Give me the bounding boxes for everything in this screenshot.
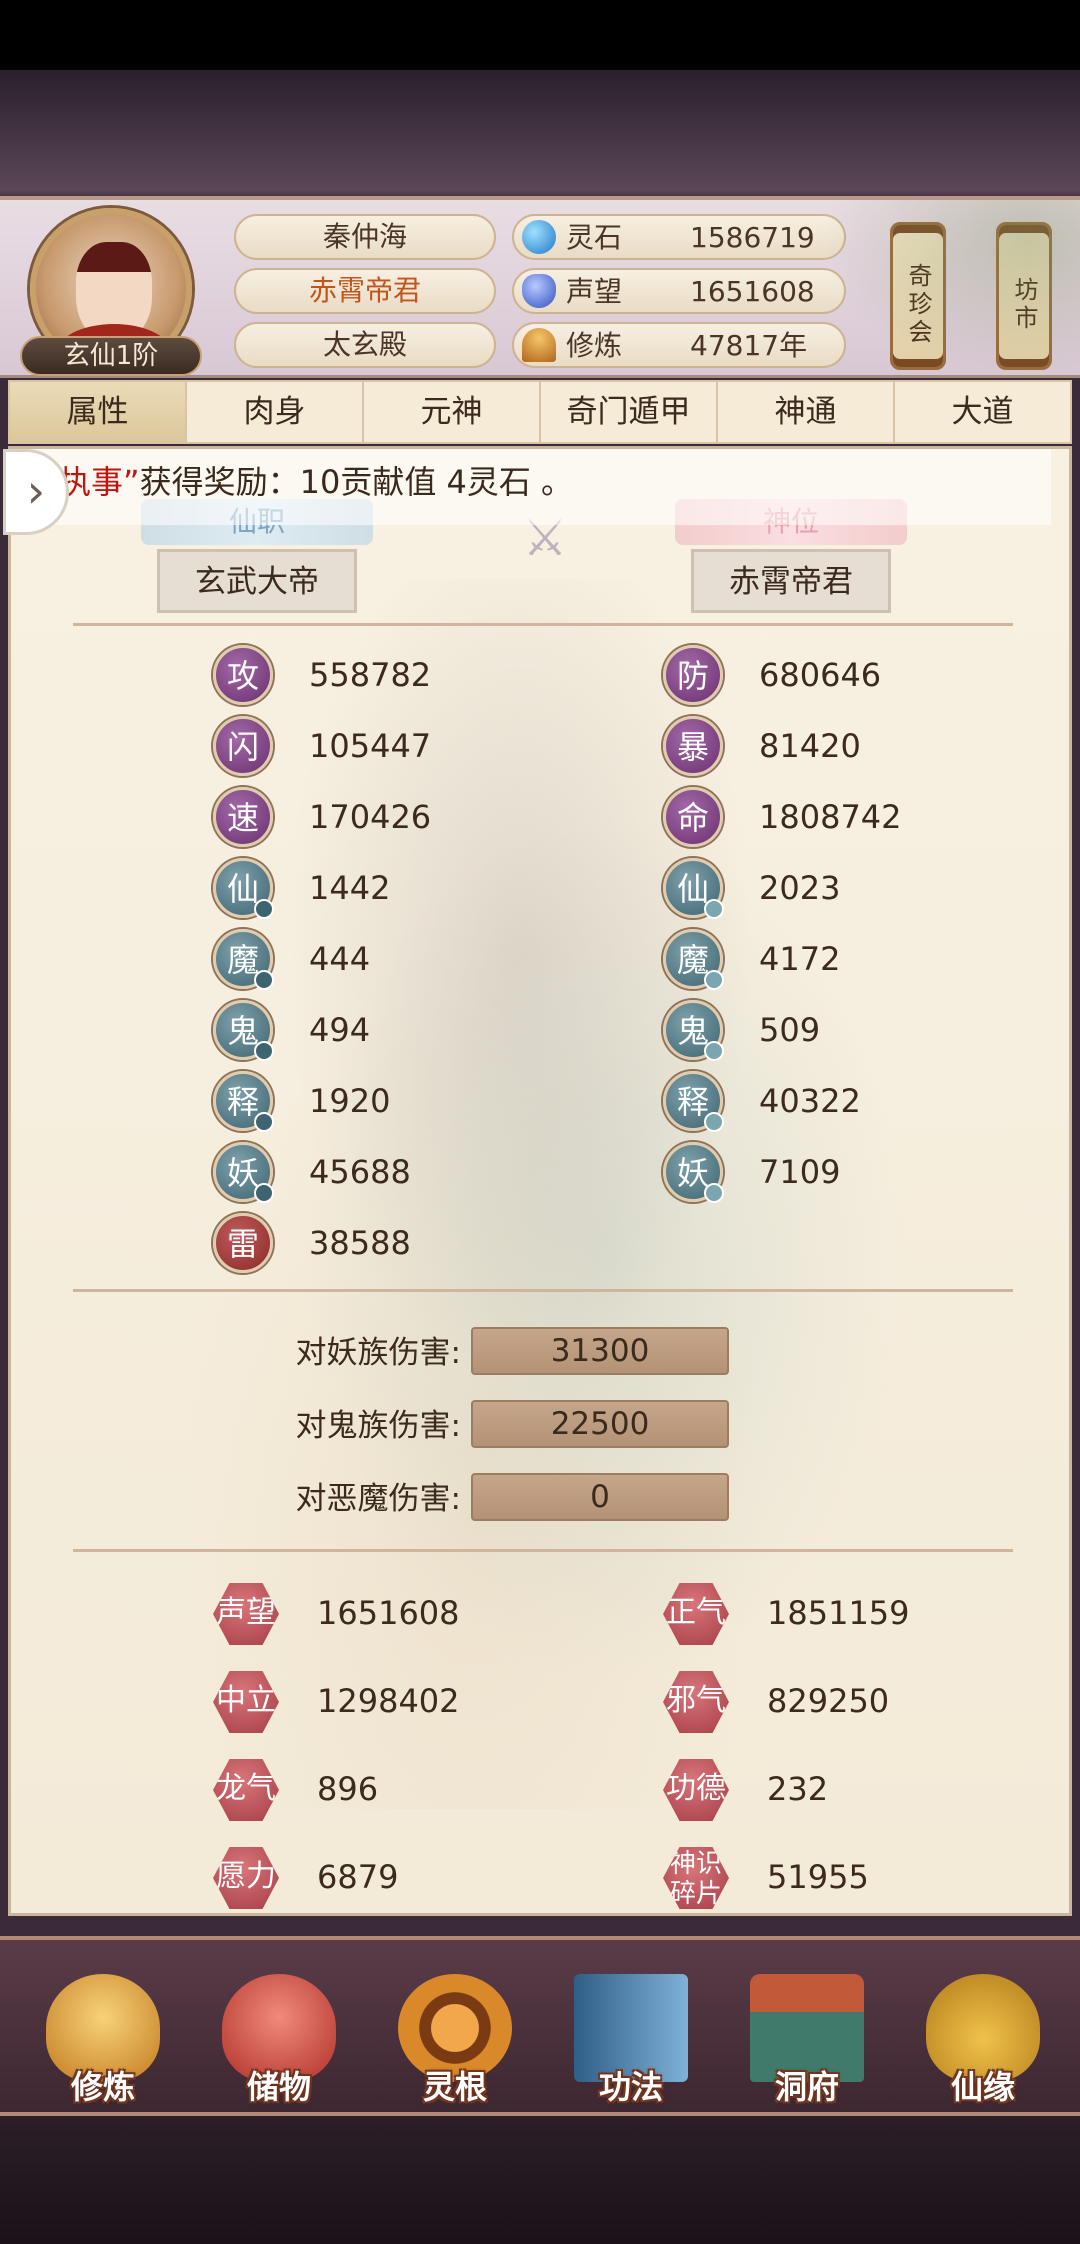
chevron-right-icon: › xyxy=(26,464,46,518)
attack-mini-icon xyxy=(254,1041,274,1061)
tab-body[interactable]: 肉身 xyxy=(187,382,364,442)
attack-mini-icon xyxy=(254,1183,274,1203)
player-header: 玄仙1阶 秦仲海 赤霄帝君 太玄殿 灵石 1586719 声望 1651608 … xyxy=(0,196,1080,380)
stat-buddha-atk: 释 1920 xyxy=(213,1071,573,1133)
shield-mini-icon xyxy=(704,1183,724,1203)
rep-merit: 功德 232 xyxy=(663,1757,1063,1822)
shield-mini-icon xyxy=(704,1041,724,1061)
attributes-panel: 仙职 玄武大帝 ⚔ 神位 赤霄帝君 执事”获得奖励：10贡献值 4灵石 。 › … xyxy=(3,446,1075,1916)
divider-top xyxy=(73,623,1013,626)
stat-demon-atk: 魔 444 xyxy=(213,929,573,991)
stat-thunder: 雷 38588 xyxy=(213,1213,573,1275)
tab-abilities[interactable]: 神通 xyxy=(718,382,895,442)
immortal-office-value: 玄武大帝 xyxy=(157,549,357,613)
attack-mini-icon xyxy=(254,970,274,990)
rep-prestige: 声望 1651608 xyxy=(213,1581,613,1646)
resource-cultivation: 修炼 47817年 xyxy=(512,322,846,368)
divine-rank-value: 赤霄帝君 xyxy=(691,549,891,613)
tab-attributes[interactable]: 属性 xyxy=(10,382,187,442)
nav-storage[interactable]: 储物 xyxy=(194,1940,364,2116)
stat-yao-def: 妖 7109 xyxy=(663,1142,1023,1204)
resource-spirit-stone: 灵石 1586719 xyxy=(512,214,846,260)
resource-reputation: 声望 1651608 xyxy=(512,268,846,314)
stat-immortal-def: 仙 2023 xyxy=(663,858,1023,920)
stat-hp: 命 1808742 xyxy=(663,787,1023,849)
market-button[interactable]: 坊市 xyxy=(996,222,1052,370)
damage-vs-demon: 对恶魔伤害: 0 xyxy=(11,1473,1075,1525)
stat-demon-def: 魔 4172 xyxy=(663,929,1023,991)
tab-bar: 属性 肉身 元神 奇门遁甲 神通 大道 xyxy=(8,380,1072,444)
attack-mini-icon xyxy=(254,899,274,919)
rep-soul-shards: 神识 碎片 51955 xyxy=(663,1845,1063,1910)
player-title: 赤霄帝君 xyxy=(234,268,496,314)
stat-ghost-atk: 鬼 494 xyxy=(213,1000,573,1062)
player-sect: 太玄殿 xyxy=(234,322,496,368)
player-rank: 玄仙1阶 xyxy=(20,336,202,376)
tab-qimen[interactable]: 奇门遁甲 xyxy=(541,382,718,442)
rep-evil: 邪气 829250 xyxy=(663,1669,1063,1734)
stat-buddha-def: 释 40322 xyxy=(663,1071,1023,1133)
meditation-icon xyxy=(522,328,556,362)
player-name: 秦仲海 xyxy=(234,214,496,260)
tab-dao[interactable]: 大道 xyxy=(895,382,1070,442)
rep-willpower: 愿力 6879 xyxy=(213,1845,613,1910)
stat-dodge: 闪 105447 xyxy=(213,716,573,778)
stat-crit: 暴 81420 xyxy=(663,716,1023,778)
stat-speed: 速 170426 xyxy=(213,787,573,849)
nav-cave-abode[interactable]: 洞府 xyxy=(722,1940,892,2116)
treasure-auction-button[interactable]: 奇珍会 xyxy=(890,222,946,370)
rep-righteous: 正气 1851159 xyxy=(663,1581,1063,1646)
attack-mini-icon xyxy=(254,1112,274,1132)
nav-spirit-root[interactable]: 灵根 xyxy=(370,1940,540,2116)
nav-cultivate[interactable]: 修炼 xyxy=(18,1940,188,2116)
shield-mini-icon xyxy=(704,970,724,990)
bottom-nav: 修炼 储物 灵根 功法 洞府 仙缘 xyxy=(0,1936,1080,2116)
footer-strip xyxy=(0,2116,1080,2244)
stat-defense: 防 680646 xyxy=(663,645,1023,707)
reward-notice: 执事”获得奖励：10贡献值 4灵石 。 xyxy=(11,449,1051,525)
shield-mini-icon xyxy=(704,899,724,919)
game-screen: 玄仙1阶 秦仲海 赤霄帝君 太玄殿 灵石 1586719 声望 1651608 … xyxy=(0,0,1080,2244)
divider-bottom xyxy=(73,1549,1013,1552)
crystal-icon xyxy=(522,274,556,308)
shield-mini-icon xyxy=(704,1112,724,1132)
stat-attack: 攻 558782 xyxy=(213,645,573,707)
stat-yao-atk: 妖 45688 xyxy=(213,1142,573,1204)
damage-vs-ghost: 对鬼族伤害: 22500 xyxy=(11,1400,1075,1452)
divider-middle xyxy=(73,1289,1013,1292)
nav-fate[interactable]: 仙缘 xyxy=(898,1940,1068,2116)
nav-techniques[interactable]: 功法 xyxy=(546,1940,716,2116)
gem-icon xyxy=(522,220,556,254)
rep-dragon-qi: 龙气 896 xyxy=(213,1757,613,1822)
stat-ghost-def: 鬼 509 xyxy=(663,1000,1023,1062)
stat-immortal-atk: 仙 1442 xyxy=(213,858,573,920)
tab-spirit[interactable]: 元神 xyxy=(364,382,541,442)
damage-vs-yao: 对妖族伤害: 31300 xyxy=(11,1327,1075,1379)
rep-neutral: 中立 1298402 xyxy=(213,1669,613,1734)
